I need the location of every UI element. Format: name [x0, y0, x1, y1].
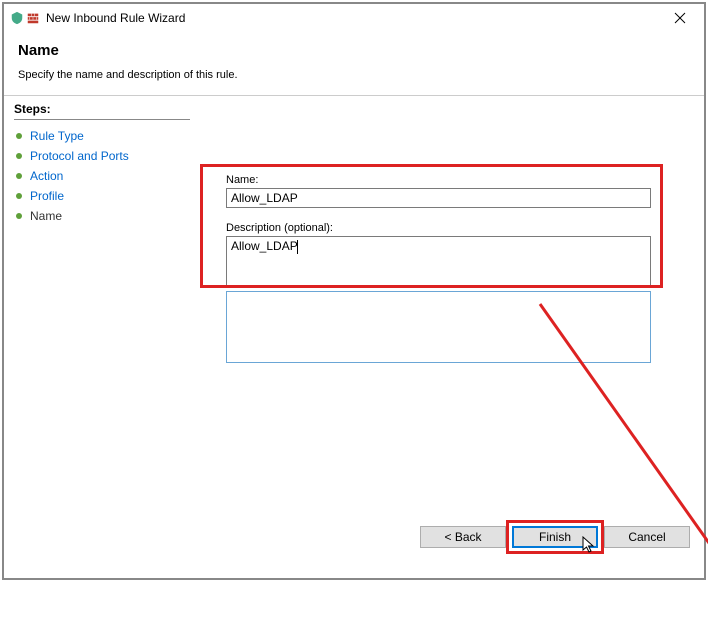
window-title: New Inbound Rule Wizard — [46, 11, 660, 25]
page-title: Name — [18, 42, 690, 59]
steps-panel: Steps: Rule Type Protocol and Ports Acti… — [4, 96, 200, 558]
body: Steps: Rule Type Protocol and Ports Acti… — [4, 96, 704, 558]
close-button[interactable] — [660, 5, 700, 31]
bullet-icon — [16, 133, 22, 139]
dialog-window: New Inbound Rule Wizard Name Specify the… — [2, 2, 706, 580]
step-protocol-ports[interactable]: Protocol and Ports — [14, 146, 190, 166]
name-label: Name: — [226, 174, 651, 186]
cancel-button[interactable]: Cancel — [604, 526, 690, 548]
back-button[interactable]: < Back — [420, 526, 506, 548]
main-panel: Name: Description (optional): Allow_LDAP… — [200, 96, 704, 558]
step-name[interactable]: Name — [14, 206, 190, 226]
step-label: Action — [30, 169, 63, 183]
steps-label: Steps: — [14, 102, 190, 120]
text-caret — [297, 240, 298, 254]
close-icon — [674, 12, 686, 24]
panel-outline — [226, 291, 651, 363]
form-area: Name: Description (optional): Allow_LDAP — [226, 174, 651, 286]
header-area: Name Specify the name and description of… — [4, 32, 704, 95]
name-input[interactable] — [226, 188, 651, 208]
description-input[interactable]: Allow_LDAP — [226, 236, 651, 286]
step-rule-type[interactable]: Rule Type — [14, 126, 190, 146]
bullet-icon — [16, 173, 22, 179]
step-label: Name — [30, 209, 62, 223]
button-row: < Back Finish Cancel — [420, 516, 690, 558]
description-label: Description (optional): — [226, 222, 651, 234]
titlebar: New Inbound Rule Wizard — [4, 4, 704, 32]
step-label: Protocol and Ports — [30, 149, 129, 163]
step-action[interactable]: Action — [14, 166, 190, 186]
step-label: Rule Type — [30, 129, 84, 143]
firewall-icon — [10, 11, 40, 25]
bullet-icon — [16, 213, 22, 219]
step-profile[interactable]: Profile — [14, 186, 190, 206]
finish-button[interactable]: Finish — [512, 526, 598, 548]
bullet-icon — [16, 193, 22, 199]
step-label: Profile — [30, 189, 64, 203]
page-description: Specify the name and description of this… — [18, 69, 690, 81]
bullet-icon — [16, 153, 22, 159]
